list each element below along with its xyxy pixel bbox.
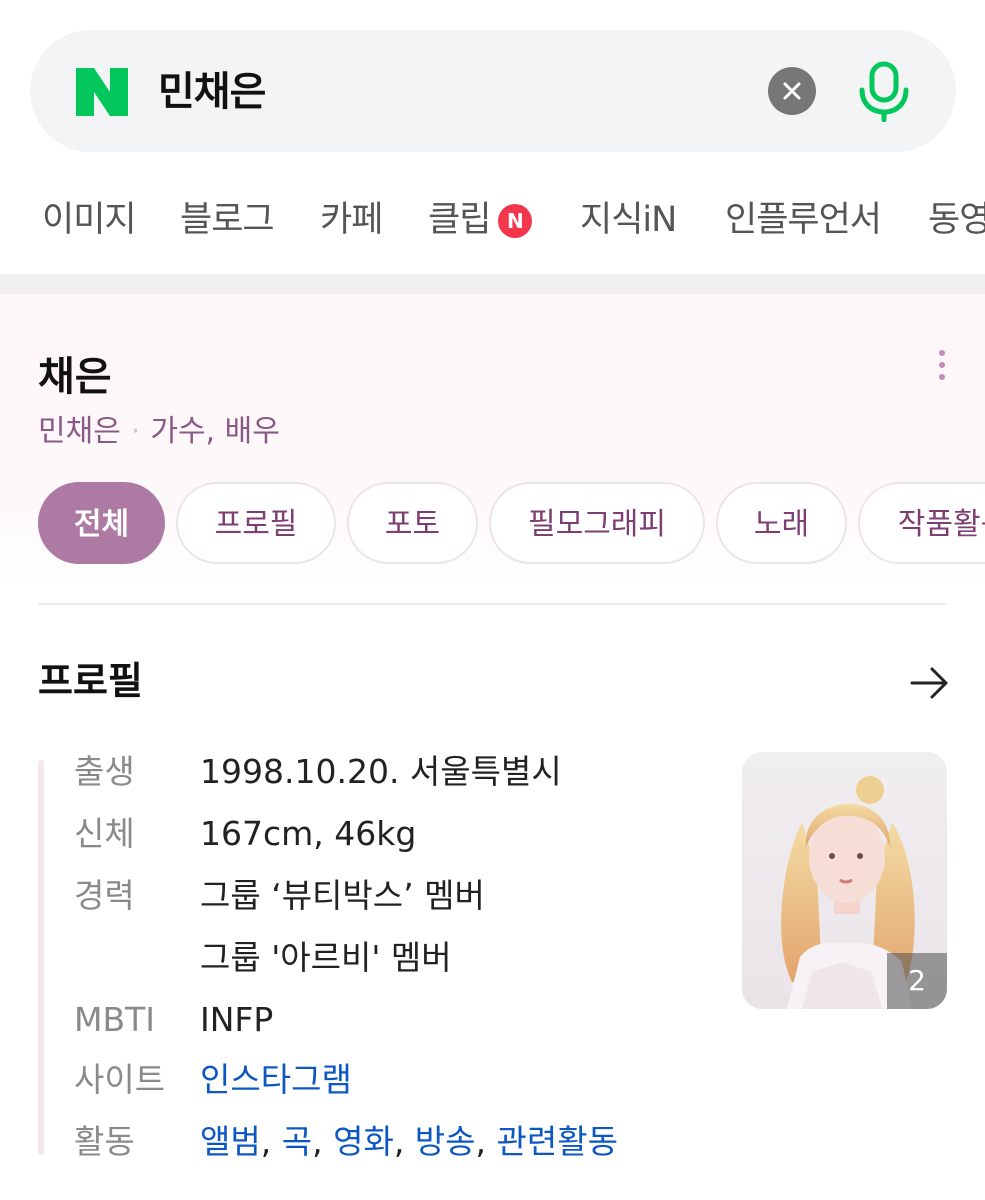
tab-knowledge-in[interactable]: 지식iN xyxy=(580,190,677,250)
albums-link[interactable]: 앨범 xyxy=(200,1122,261,1161)
entity-role: 가수, 배우 xyxy=(150,414,280,449)
photo-count-badge: 2 xyxy=(887,953,947,1009)
search-bar[interactable]: 민채은 xyxy=(30,30,956,152)
chip-songs[interactable]: 노래 xyxy=(716,482,847,564)
instagram-link[interactable]: 인스타그램 xyxy=(200,1060,352,1099)
naver-logo-icon[interactable] xyxy=(76,68,128,116)
arrow-right-icon[interactable] xyxy=(910,666,950,700)
divider-line xyxy=(38,603,947,605)
clear-search-button[interactable] xyxy=(768,67,816,115)
row-value: 앨범, 곡, 영화, 방송, 관련활동 xyxy=(200,1122,618,1161)
row-label: MBTI xyxy=(74,1000,156,1039)
chip-photo[interactable]: 포토 xyxy=(347,482,478,564)
tab-clip-label: 클립 xyxy=(428,200,491,240)
row-label: 경력 xyxy=(74,876,135,915)
tab-cafe[interactable]: 카페 xyxy=(320,190,383,250)
row-value: 그룹 ‘뷰티박스’ 멤버 xyxy=(200,876,485,915)
row-value: 그룹 '아르비' 멤버 xyxy=(200,938,452,977)
separator-dot: · xyxy=(130,414,141,449)
chip-works[interactable]: 작품활동 xyxy=(858,482,985,564)
profile-section-title: 프로필 xyxy=(38,659,143,703)
row-value: 인스타그램 xyxy=(200,1058,352,1102)
row-label: 신체 xyxy=(74,814,135,853)
entity-full-name: 민채은 xyxy=(38,414,121,449)
new-badge: N xyxy=(498,204,533,238)
entity-card: 채은 민채은 · 가수, 배우 전체 프로필 포토 필모그래피 노래 작품활동 xyxy=(0,294,985,584)
chip-all[interactable]: 전체 xyxy=(38,482,165,564)
broadcast-link[interactable]: 방송 xyxy=(415,1122,476,1161)
category-tabs: 이미지 블로그 카페 클립N 지식iN 인플루언서 동영상 xyxy=(0,190,985,250)
profile-photo[interactable]: 2 xyxy=(742,752,947,1009)
tab-clip[interactable]: 클립 N xyxy=(428,190,533,250)
row-value: 1998.10.20. 서울특별시 xyxy=(200,752,562,791)
row-value: INFP xyxy=(200,1000,274,1039)
search-query[interactable]: 민채은 xyxy=(158,62,266,122)
section-divider xyxy=(0,274,985,294)
profile-accent-bar xyxy=(38,760,44,1155)
close-icon xyxy=(783,82,801,100)
tab-influencer[interactable]: 인플루언서 xyxy=(725,190,882,250)
related-activity-link[interactable]: 관련활동 xyxy=(497,1122,618,1161)
row-label: 출생 xyxy=(74,752,135,791)
row-label: 사이트 xyxy=(74,1060,166,1099)
more-options-icon[interactable] xyxy=(930,350,954,384)
tab-video[interactable]: 동영상 xyxy=(928,190,985,250)
chip-profile[interactable]: 프로필 xyxy=(176,482,336,564)
songs-link[interactable]: 곡 xyxy=(282,1122,312,1161)
row-value: 167cm, 46kg xyxy=(200,814,417,853)
movies-link[interactable]: 영화 xyxy=(333,1122,394,1161)
chip-filmography[interactable]: 필모그래피 xyxy=(489,482,705,564)
row-label: 활동 xyxy=(74,1122,135,1161)
filter-chips: 전체 프로필 포토 필모그래피 노래 작품활동 xyxy=(0,482,985,568)
tab-blog[interactable]: 블로그 xyxy=(180,190,275,250)
tab-images[interactable]: 이미지 xyxy=(42,190,137,250)
entity-title: 채은 xyxy=(38,354,112,400)
entity-subtitle: 민채은 · 가수, 배우 xyxy=(38,406,280,450)
microphone-icon[interactable] xyxy=(856,60,912,122)
